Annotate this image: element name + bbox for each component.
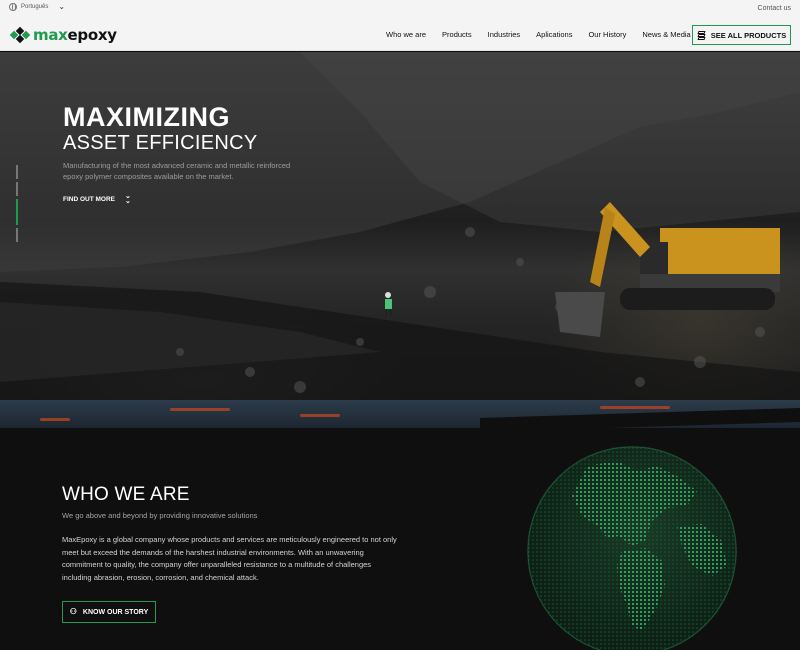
hero-description: Manufacturing of the most advanced ceram… <box>63 161 291 181</box>
logo-mark-icon <box>9 26 31 44</box>
world-globe-image <box>527 446 737 650</box>
find-out-more-label: FIND OUT MORE <box>63 195 115 203</box>
utility-bar: Português ⌄ Contact us <box>0 0 800 18</box>
main-nav: maxepoxy Who we are Products Industries … <box>0 18 800 51</box>
nav-item-products[interactable]: Products <box>442 30 472 39</box>
slide-indicator[interactable] <box>16 182 18 196</box>
see-all-products-label: SEE ALL PRODUCTS <box>710 30 787 40</box>
nav-item-our-history[interactable]: Our History <box>588 30 626 39</box>
slide-indicator-active[interactable] <box>16 199 18 225</box>
nav-item-who-we-are[interactable]: Who we are <box>386 30 426 39</box>
slide-indicators <box>16 165 18 261</box>
know-our-story-button[interactable]: ⚇ KNOW OUR STORY <box>62 601 156 623</box>
logo-text: maxepoxy <box>33 26 117 44</box>
who-we-are-title: WHO WE ARE <box>62 484 190 505</box>
who-we-are-subtitle: We go above and beyond by providing inno… <box>62 511 258 520</box>
worker-figure <box>385 292 392 317</box>
nav-item-news-media[interactable]: News & Media <box>642 30 690 39</box>
people-icon: ⚇ <box>69 607 77 616</box>
language-selector[interactable]: Português ⌄ <box>9 3 65 11</box>
who-we-are-body: MaxEpoxy is a global company whose produ… <box>62 535 397 582</box>
hero-banner: MAXIMIZING ASSET EFFICIENCY Manufacturin… <box>0 52 800 427</box>
see-all-products-button[interactable]: SEE ALL PRODUCTS <box>692 25 791 45</box>
nav-item-aplications[interactable]: Aplications <box>536 30 572 39</box>
language-label: Português <box>21 4 49 10</box>
layers-icon <box>697 30 706 40</box>
contact-link[interactable]: Contact us <box>758 5 791 12</box>
nav-menu: Who we are Products Industries Aplicatio… <box>386 30 691 39</box>
slide-indicator[interactable] <box>16 228 18 242</box>
find-out-more-link[interactable]: FIND OUT MORE ⌄ ⌄ <box>63 193 131 205</box>
double-chevron-down-icon: ⌄ ⌄ <box>125 193 131 205</box>
hero-subtitle: ASSET EFFICIENCY <box>63 132 258 154</box>
globe-icon <box>9 3 17 11</box>
hero-title: MAXIMIZING <box>63 102 230 132</box>
slide-indicator[interactable] <box>16 165 18 179</box>
chevron-down-icon: ⌄ <box>58 2 66 11</box>
know-our-story-label: KNOW OUR STORY <box>82 608 149 616</box>
nav-item-industries[interactable]: Industries <box>488 30 521 39</box>
logo[interactable]: maxepoxy <box>9 26 117 44</box>
